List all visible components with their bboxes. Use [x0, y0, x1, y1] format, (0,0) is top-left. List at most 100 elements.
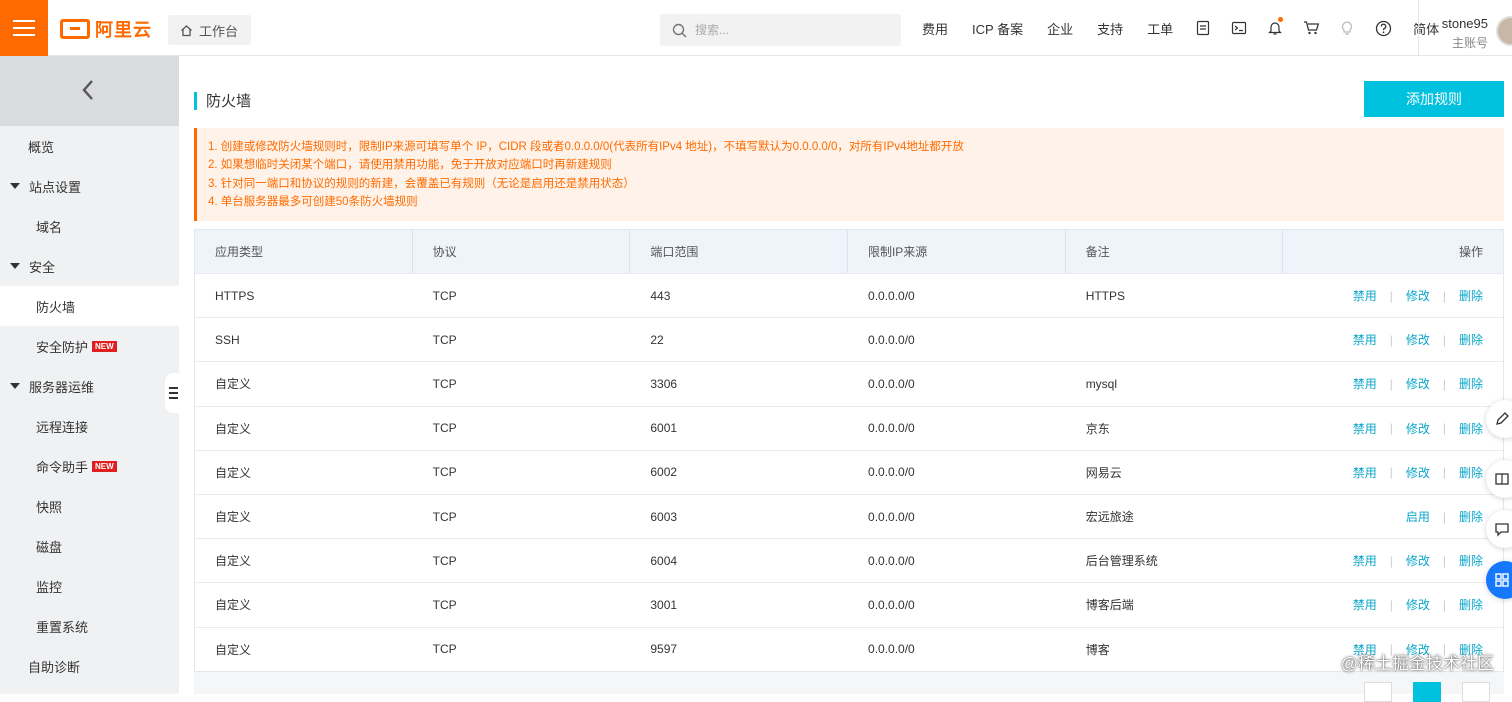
notice-box: 1. 创建或修改防火墙规则时，限制IP来源可填写单个 IP，CIDR 段或者0.…: [194, 128, 1504, 221]
disable-rule-link[interactable]: 禁用: [1353, 375, 1377, 392]
help-icon[interactable]: [1365, 0, 1401, 56]
table-row: HTTPSTCP4430.0.0.0/0HTTPS禁用|修改|删除: [195, 273, 1503, 317]
sidebar-group-site-settings[interactable]: 站点设置: [0, 166, 179, 206]
cell-port: 6004: [630, 539, 848, 582]
avatar[interactable]: [1496, 16, 1512, 46]
cell-protocol: TCP: [413, 583, 631, 626]
delete-rule-link[interactable]: 删除: [1459, 420, 1483, 437]
delete-rule-link[interactable]: 删除: [1459, 287, 1483, 304]
notice-line: 2. 如果想临时关闭某个端口，请使用禁用功能，免于开放对应端口时再新建规则: [208, 156, 1504, 174]
cart-icon[interactable]: [1293, 0, 1329, 56]
bulb-icon[interactable]: [1329, 0, 1365, 56]
disable-rule-link[interactable]: 禁用: [1353, 420, 1377, 437]
enable-rule-link[interactable]: 启用: [1406, 508, 1430, 525]
sidebar-group-security[interactable]: 安全: [0, 246, 179, 286]
delete-rule-link[interactable]: 删除: [1459, 331, 1483, 348]
cell-type: 自定义: [195, 495, 413, 538]
edit-rule-link[interactable]: 修改: [1406, 464, 1430, 481]
sidebar-item-disk[interactable]: 磁盘: [0, 526, 179, 566]
logo[interactable]: 阿里云: [60, 16, 152, 42]
cell-port: 3306: [630, 362, 848, 405]
delete-rule-link[interactable]: 删除: [1459, 552, 1483, 569]
nav-support[interactable]: 支持: [1085, 19, 1135, 38]
cell-actions: 禁用|修改|删除: [1283, 274, 1503, 317]
disable-rule-link[interactable]: 禁用: [1353, 464, 1377, 481]
nav-enterprise[interactable]: 企业: [1035, 19, 1085, 38]
sidebar-item-label: 自助诊断: [28, 657, 80, 676]
workbench-button[interactable]: 工作台: [168, 15, 251, 45]
terminal-icon[interactable]: [1221, 0, 1257, 56]
action-separator: |: [1390, 289, 1393, 303]
cell-remark: 博客后端: [1066, 583, 1284, 626]
edit-rule-link[interactable]: 修改: [1406, 375, 1430, 392]
sidebar-item-firewall[interactable]: 防火墙: [0, 286, 179, 326]
edit-rule-link[interactable]: 修改: [1406, 287, 1430, 304]
delete-rule-link[interactable]: 删除: [1459, 508, 1483, 525]
cell-actions: 禁用 | 修改 | 删除: [1283, 583, 1503, 626]
disable-rule-link[interactable]: 禁用: [1353, 596, 1377, 613]
search-icon: [672, 23, 687, 38]
add-rule-button[interactable]: 添加规则: [1364, 81, 1504, 117]
edit-rule-link[interactable]: 修改: [1406, 596, 1430, 613]
caret-down-icon: [10, 263, 20, 269]
sidebar-item-domain[interactable]: 域名: [0, 206, 179, 246]
delete-rule-link[interactable]: 删除: [1459, 596, 1483, 613]
watermark: @稀土掘金技术社区: [1341, 649, 1494, 674]
cell-remark: 京东: [1066, 407, 1284, 450]
edit-rule-link[interactable]: 修改: [1406, 420, 1430, 437]
sidebar-item-label: 站点设置: [29, 177, 81, 196]
sidebar-item-label: 重置系统: [36, 617, 88, 636]
sidebar-item-diagnose[interactable]: 自助诊断: [0, 646, 179, 686]
account-menu[interactable]: stone95 主账号: [1418, 0, 1512, 56]
bell-icon[interactable]: [1257, 0, 1293, 56]
beian-icon[interactable]: [1185, 0, 1221, 56]
edit-rule-link[interactable]: 修改: [1406, 552, 1430, 569]
sidebar-item-label: 安全防护: [36, 337, 88, 356]
search-input[interactable]: [695, 23, 875, 37]
sidebar-item-cmd[interactable]: 命令助手NEW: [0, 446, 179, 486]
cell-port: 6002: [630, 451, 848, 494]
disable-rule-link[interactable]: 禁用: [1353, 552, 1377, 569]
sidebar-item-label: 快照: [36, 497, 62, 516]
sidebar-item-snapshot[interactable]: 快照: [0, 486, 179, 526]
caret-down-icon: [10, 383, 20, 389]
sidebar-item-label: 防火墙: [36, 297, 75, 316]
nav-ticket[interactable]: 工单: [1135, 19, 1185, 38]
cell-port: 6001: [630, 407, 848, 450]
sidebar-item-label: 远程连接: [36, 417, 88, 436]
action-separator: |: [1390, 598, 1393, 612]
cell-actions: 启用|删除: [1283, 495, 1503, 538]
pager-page-current[interactable]: [1413, 682, 1441, 702]
pager-next-button[interactable]: [1462, 682, 1490, 702]
page-header: 防火墙: [194, 90, 251, 111]
sidebar-item-protection[interactable]: 安全防护NEW: [0, 326, 179, 366]
sidebar-item-reset[interactable]: 重置系统: [0, 606, 179, 646]
table-row: 自定义TCP60010.0.0.0/0京东禁用|修改|删除: [195, 406, 1503, 450]
search-box[interactable]: [660, 14, 901, 46]
disable-rule-link[interactable]: 禁用: [1353, 331, 1377, 348]
cell-source: 0.0.0.0/0: [848, 495, 1066, 538]
cell-remark: 宏远旅途: [1066, 495, 1284, 538]
sidebar-back-button[interactable]: [0, 56, 179, 126]
cell-actions: 禁用|修改|删除: [1283, 362, 1503, 405]
edit-rule-link[interactable]: 修改: [1406, 331, 1430, 348]
cell-protocol: TCP: [413, 318, 631, 361]
nav-icp[interactable]: ICP 备案: [960, 19, 1035, 38]
sidebar-item-remote[interactable]: 远程连接: [0, 406, 179, 446]
sidebar-item-monitor[interactable]: 监控: [0, 566, 179, 606]
disable-rule-link[interactable]: 禁用: [1353, 287, 1377, 304]
delete-rule-link[interactable]: 删除: [1459, 464, 1483, 481]
menu-icon[interactable]: [0, 0, 48, 56]
nav-fees[interactable]: 费用: [910, 19, 960, 38]
delete-rule-link[interactable]: 删除: [1459, 375, 1483, 392]
logo-text: 阿里云: [95, 16, 152, 42]
pager-prev-button[interactable]: [1364, 682, 1392, 702]
action-separator: |: [1443, 598, 1446, 612]
cell-source: 0.0.0.0/0: [848, 362, 1066, 405]
sidebar-group-ops[interactable]: 服务器运维: [0, 366, 179, 406]
home-icon: [180, 24, 193, 37]
account-username: stone95: [1442, 16, 1488, 31]
action-separator: |: [1390, 333, 1393, 347]
table-row: 自定义TCP95970.0.0.0/0博客禁用|修改|删除: [195, 627, 1503, 671]
sidebar-item-overview[interactable]: 概览: [0, 126, 179, 166]
